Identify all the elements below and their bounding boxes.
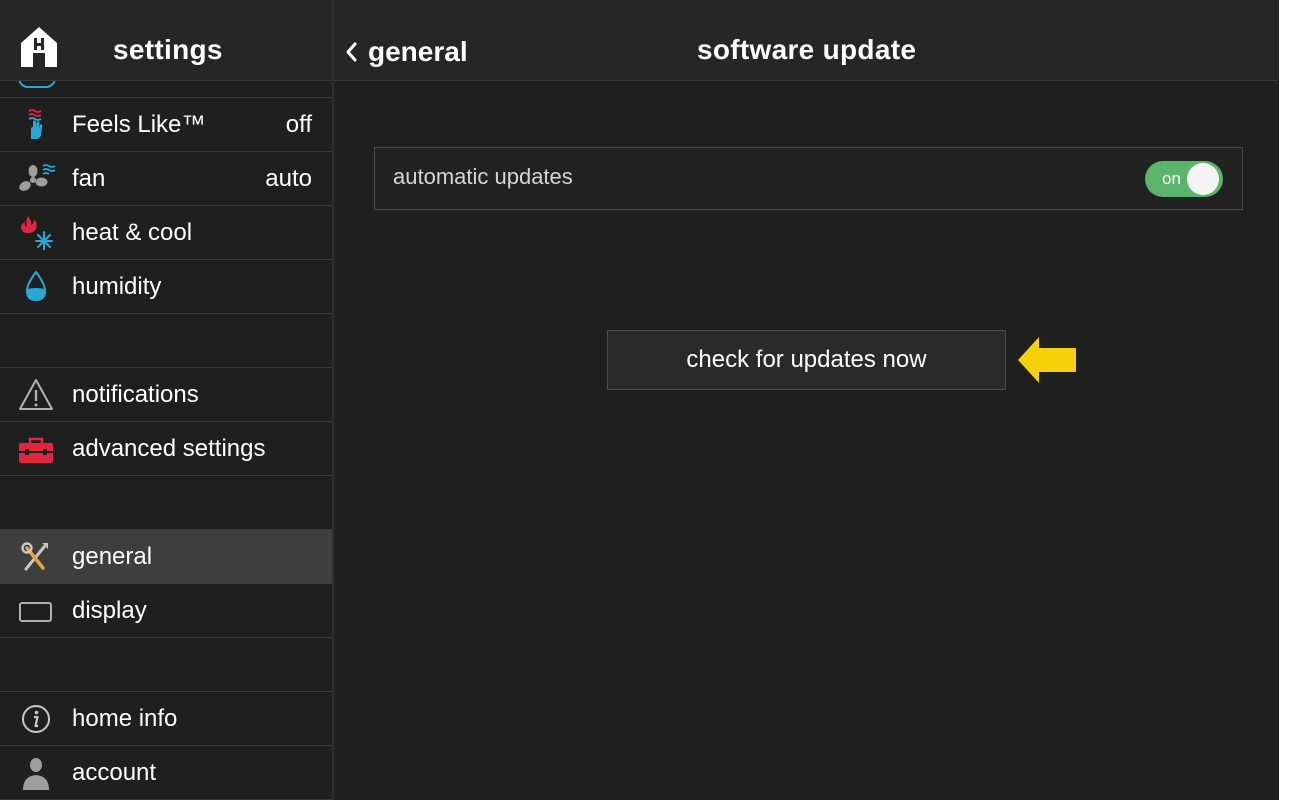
back-button[interactable]: general: [344, 30, 468, 74]
sidebar-item-advanced-settings[interactable]: advanced settings: [0, 422, 332, 476]
person-icon: [16, 756, 56, 790]
sidebar-item-general[interactable]: general: [0, 530, 332, 584]
sidebar-item-label: Feels Like™: [72, 111, 206, 138]
display-icon: [16, 594, 56, 628]
check-for-updates-button[interactable]: check for updates now: [607, 330, 1006, 390]
thermostat-settings-app: settings Feels Like™ off fan auto heat &…: [0, 0, 1279, 800]
automatic-updates-toggle[interactable]: on: [1145, 161, 1223, 197]
home-button[interactable]: [16, 24, 62, 70]
sidebar-spacer: [0, 638, 332, 692]
sidebar-item-feels-like[interactable]: Feels Like™ off: [0, 98, 332, 152]
arrow-left-icon: [1018, 337, 1076, 383]
sidebar-item-account[interactable]: account: [0, 746, 332, 800]
warning-triangle-icon: [16, 378, 56, 412]
fan-icon: [16, 162, 56, 196]
back-label: general: [368, 36, 468, 67]
sidebar-item-label: heat & cool: [72, 219, 193, 246]
sidebar-item-value: off: [285, 111, 312, 138]
toggle-knob: [1187, 163, 1219, 195]
sidebar-item-fan[interactable]: fan auto: [0, 152, 332, 206]
sidebar-item-label: humidity: [72, 273, 162, 300]
sidebar-item-home-info[interactable]: home info: [0, 692, 332, 746]
sidebar-title: settings: [113, 34, 223, 65]
sidebar-spacer: [0, 476, 332, 530]
sidebar-header: settings: [0, 0, 332, 81]
feels-like-icon: [16, 108, 56, 142]
automatic-updates-label: automatic updates: [393, 164, 573, 189]
sidebar: settings Feels Like™ off fan auto heat &…: [0, 0, 332, 800]
check-for-updates-label: check for updates now: [686, 346, 927, 373]
sidebar-item-value: auto: [265, 165, 312, 192]
sidebar-item-label: fan: [72, 165, 106, 192]
sidebar-item-notifications[interactable]: notifications: [0, 368, 332, 422]
page-title: software update: [697, 34, 917, 65]
humidity-drop-icon: [16, 270, 56, 304]
sidebar-item-label: general: [72, 543, 153, 570]
heat-cool-icon: [16, 216, 56, 250]
sidebar-spacer: [0, 314, 332, 368]
toggle-state-text: on: [1162, 169, 1181, 188]
sidebar-item-label: advanced settings: [72, 435, 266, 462]
tools-icon: [16, 540, 56, 574]
home-icon: [21, 27, 57, 67]
sidebar-item-label: account: [72, 759, 157, 786]
sidebar-item-display[interactable]: display: [0, 584, 332, 638]
sidebar-item-label: display: [72, 597, 147, 624]
sidebar-item-label: notifications: [72, 381, 199, 408]
main-header: general software update: [334, 0, 1279, 81]
sidebar-item-humidity[interactable]: humidity: [0, 260, 332, 314]
chevron-left-icon: [346, 42, 357, 62]
automatic-updates-row: automatic updates on: [374, 147, 1243, 210]
toolbox-icon: [16, 432, 56, 466]
sidebar-item-label: home info: [72, 705, 178, 732]
sidebar-divider: [332, 0, 334, 800]
sidebar-item-heat-cool[interactable]: heat & cool: [0, 206, 332, 260]
info-icon: [16, 702, 56, 736]
